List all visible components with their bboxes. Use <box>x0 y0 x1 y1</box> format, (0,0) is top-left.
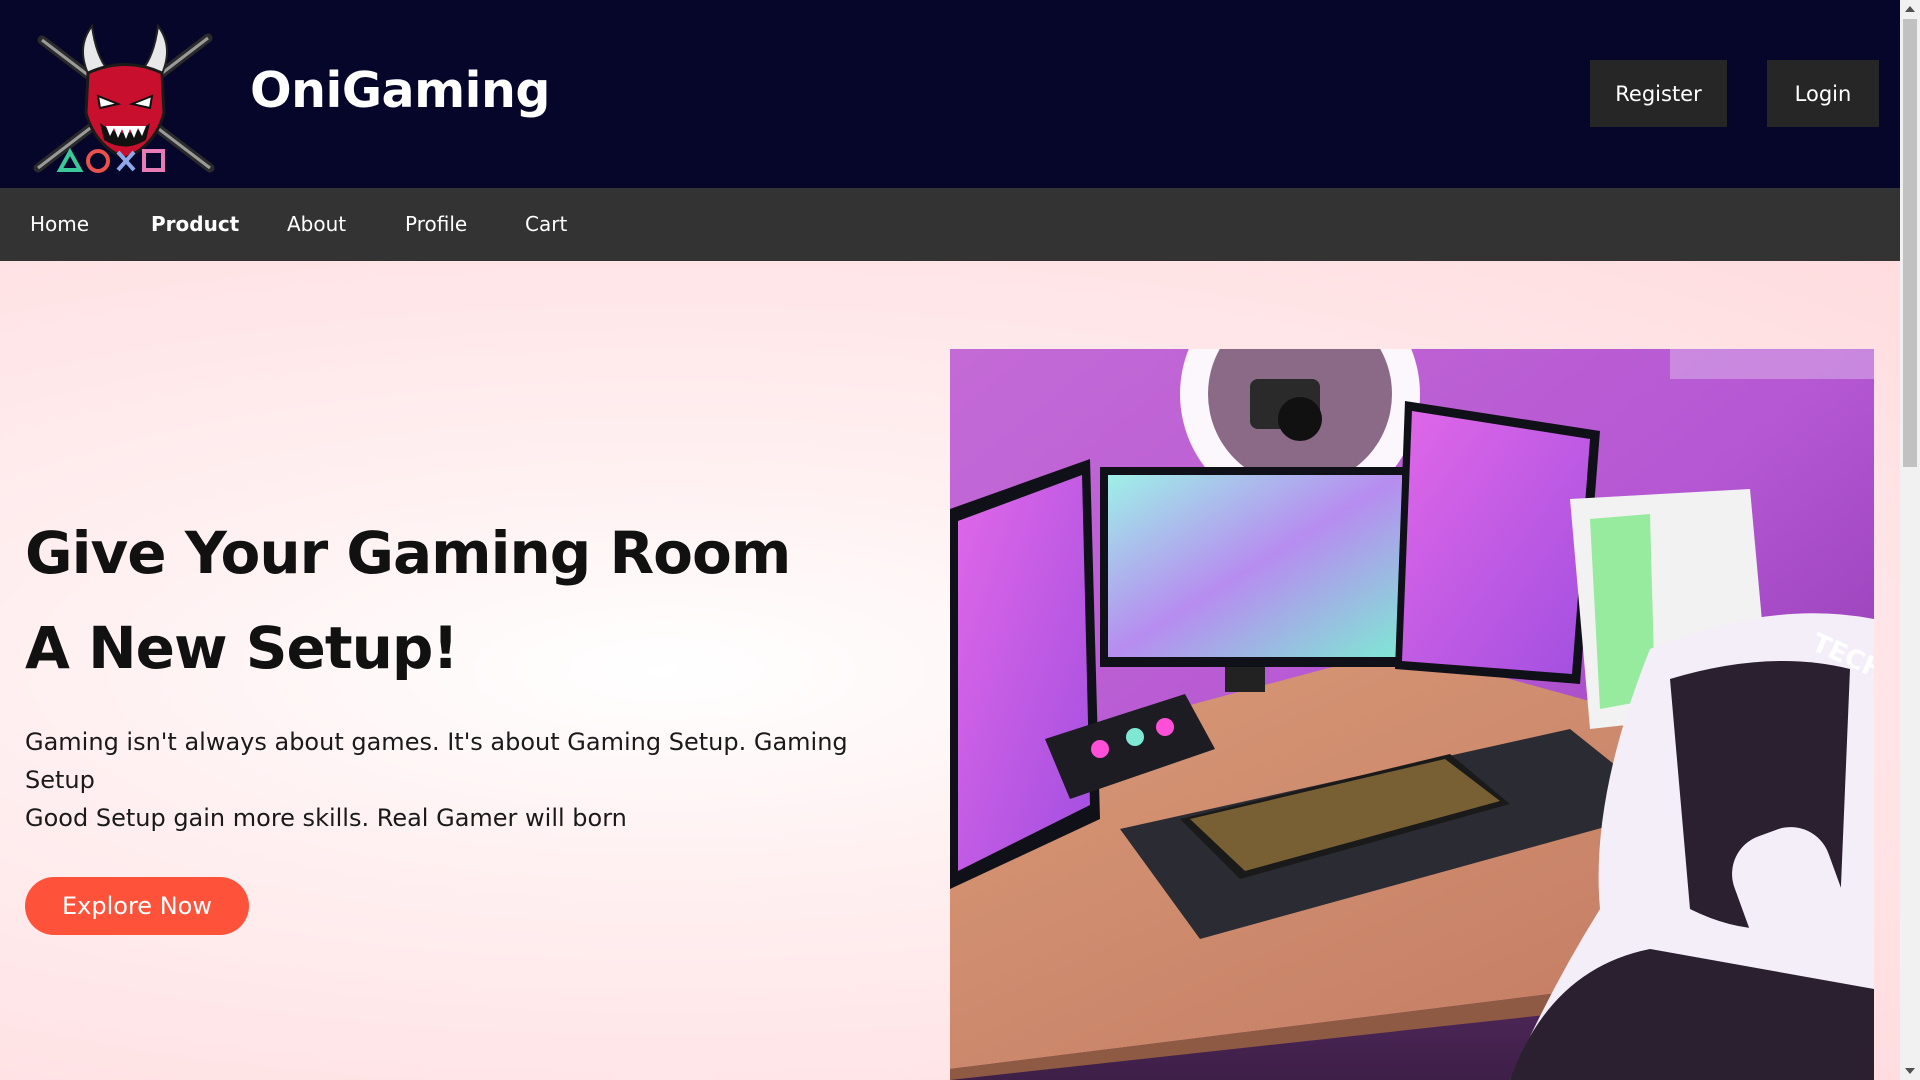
nav-item-profile[interactable]: Profile <box>405 188 467 261</box>
hero-title-line-1: Give Your Gaming Room <box>25 519 791 587</box>
scroll-up-arrow-icon[interactable] <box>1900 0 1920 18</box>
hero-text-line-2: Setup <box>25 766 95 794</box>
scroll-down-arrow-icon[interactable] <box>1900 1062 1920 1080</box>
login-button[interactable]: Login <box>1767 60 1879 127</box>
nav-item-about[interactable]: About <box>287 188 346 261</box>
hero-text-line-1: Gaming isn't always about games. It's ab… <box>25 728 848 756</box>
hero-section: Give Your Gaming Room A New Setup! Gamin… <box>0 261 1900 1080</box>
scrollbar-thumb[interactable] <box>1903 19 1917 467</box>
nav-item-product[interactable]: Product <box>151 188 239 261</box>
nav-item-cart[interactable]: Cart <box>525 188 567 261</box>
gaming-setup-image: TECHNI <box>950 349 1874 1080</box>
brand-name[interactable]: OniGaming <box>250 62 550 119</box>
page-scrollbar[interactable] <box>1900 0 1920 1080</box>
hero-title: Give Your Gaming Room A New Setup! <box>25 506 925 696</box>
oni-mask-logo-icon[interactable] <box>30 18 220 183</box>
nav-item-home[interactable]: Home <box>30 188 89 261</box>
explore-now-button[interactable]: Explore Now <box>25 877 249 935</box>
main-nav: Home Product About Profile Cart <box>0 188 1900 261</box>
hero-description: Gaming isn't always about games. It's ab… <box>25 723 900 837</box>
hero-title-line-2: A New Setup! <box>25 614 459 682</box>
site-header: OniGaming Register Login <box>0 0 1900 188</box>
register-button[interactable]: Register <box>1590 60 1727 127</box>
hero-text-line-3: Good Setup gain more skills. Real Gamer … <box>25 804 627 832</box>
